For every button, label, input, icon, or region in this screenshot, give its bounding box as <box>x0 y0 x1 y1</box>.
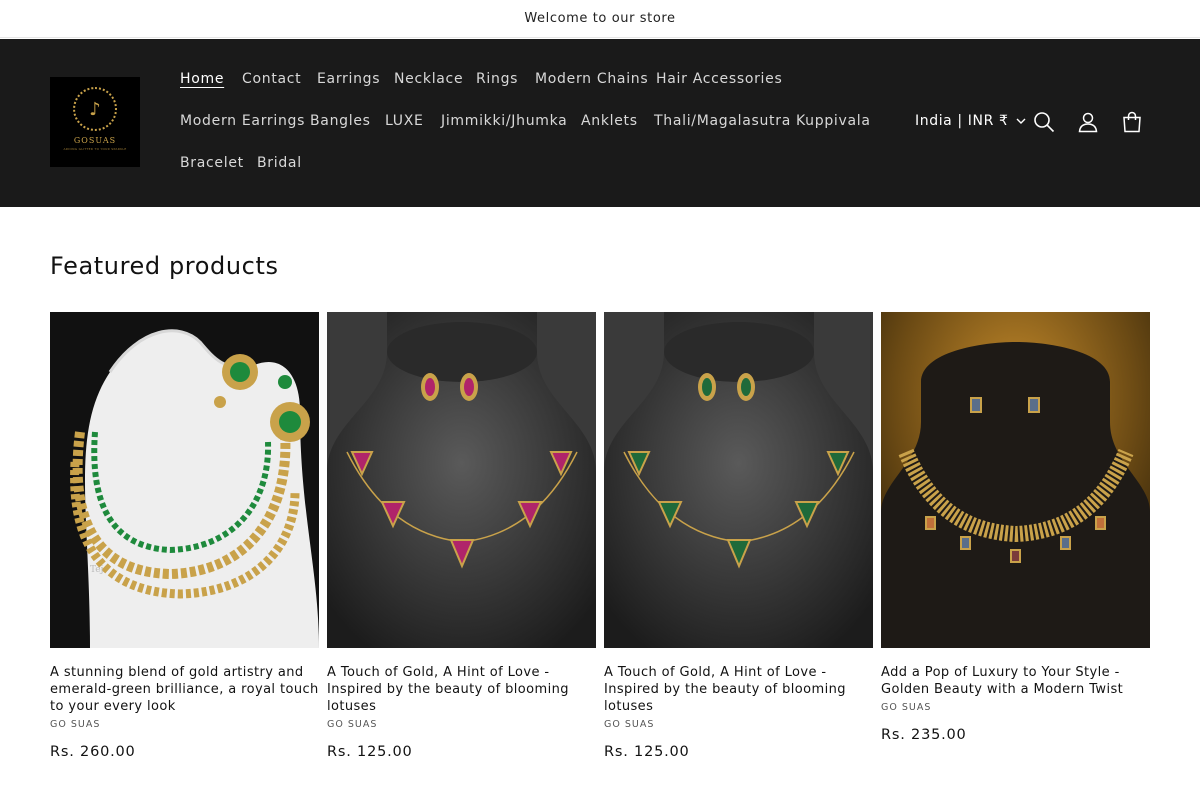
search-button[interactable] <box>1031 109 1057 135</box>
nav-anklets[interactable]: Anklets <box>581 113 638 129</box>
nav-necklace[interactable]: Necklace <box>394 71 463 87</box>
product-image[interactable]: Tej <box>50 312 319 648</box>
store-logo[interactable]: ♪ GOSUAS ADDING GLITTER TO YOUR SPARKLE <box>50 77 140 167</box>
product-image[interactable] <box>327 312 596 648</box>
product-title[interactable]: A Touch of Gold, A Hint of Love - Inspir… <box>327 664 596 715</box>
nav-bridal[interactable]: Bridal <box>257 155 302 171</box>
country-label: India | INR ₹ <box>915 113 1009 129</box>
nav-earrings[interactable]: Earrings <box>317 71 380 87</box>
account-icon <box>1078 112 1098 133</box>
product-price: Rs. 125.00 <box>327 744 413 760</box>
logo-name: GOSUAS <box>73 136 117 145</box>
account-button[interactable] <box>1075 109 1101 135</box>
product-vendor: GO SUAS <box>604 719 655 730</box>
product-card[interactable]: Add a Pop of Luxury to Your Style - Gold… <box>881 312 1150 743</box>
chevron-down-icon <box>1016 118 1026 124</box>
product-price: Rs. 125.00 <box>604 744 690 760</box>
cart-icon <box>1123 111 1141 133</box>
product-card[interactable]: A Touch of Gold, A Hint of Love - Inspir… <box>604 312 873 760</box>
section-title-featured: Featured products <box>50 252 279 280</box>
product-card[interactable]: Tej A stunning blend of gold artistry an… <box>50 312 319 760</box>
announcement-text: Welcome to our store <box>524 11 676 26</box>
nav-thali-magalasutra[interactable]: Thali/Magalasutra <box>654 113 791 129</box>
nav-bangles[interactable]: Bangles <box>310 113 371 129</box>
site-header: ♪ GOSUAS ADDING GLITTER TO YOUR SPARKLE … <box>0 39 1200 207</box>
search-icon <box>1034 112 1055 133</box>
nav-modern-chains[interactable]: Modern Chains <box>535 71 648 87</box>
product-vendor: GO SUAS <box>881 702 932 713</box>
product-image[interactable] <box>604 312 873 648</box>
product-vendor: GO SUAS <box>50 719 101 730</box>
nav-rings[interactable]: Rings <box>476 71 518 87</box>
cart-button[interactable] <box>1119 109 1145 135</box>
country-selector[interactable]: India | INR ₹ <box>915 113 1026 129</box>
logo-tagline: ADDING GLITTER TO YOUR SPARKLE <box>63 147 127 151</box>
nav-jimmikki-jhumka[interactable]: Jimmikki/Jhumka <box>441 113 567 129</box>
nav-contact[interactable]: Contact <box>242 71 301 87</box>
nav-modern-earrings[interactable]: Modern Earrings <box>180 113 305 129</box>
product-title[interactable]: A Touch of Gold, A Hint of Love - Inspir… <box>604 664 873 715</box>
nav-luxe[interactable]: LUXE <box>385 113 424 129</box>
product-image[interactable] <box>881 312 1150 648</box>
product-vendor: GO SUAS <box>327 719 378 730</box>
logo-emblem-icon: ♪ <box>73 87 117 131</box>
nav-hair-accessories[interactable]: Hair Accessories <box>656 71 782 87</box>
product-title[interactable]: Add a Pop of Luxury to Your Style - Gold… <box>881 664 1150 698</box>
product-price: Rs. 260.00 <box>50 744 136 760</box>
product-price: Rs. 235.00 <box>881 727 967 743</box>
announcement-bar: Welcome to our store <box>0 0 1200 38</box>
product-title[interactable]: A stunning blend of gold artistry and em… <box>50 664 319 715</box>
nav-home[interactable]: Home <box>180 71 224 87</box>
watermark-text: Tej <box>90 565 103 575</box>
nav-bracelet[interactable]: Bracelet <box>180 155 244 171</box>
product-card[interactable]: A Touch of Gold, A Hint of Love - Inspir… <box>327 312 596 760</box>
nav-kuppivala[interactable]: Kuppivala <box>796 113 871 129</box>
